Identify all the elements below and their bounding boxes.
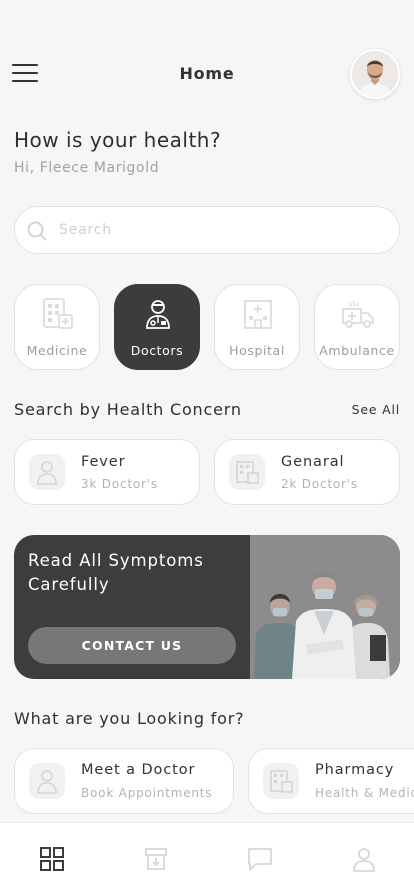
grid-icon[interactable] [38,845,66,873]
avatar[interactable] [350,49,400,99]
concern-card-general[interactable]: Genaral 2k Doctor's [214,439,400,505]
contact-us-button[interactable]: CONTACT US [28,627,236,664]
category-hospital[interactable]: Hospital [214,284,300,370]
looking-title: Meet a Doctor [81,762,196,778]
banner-text: Read All Symptoms Carefully [28,551,204,594]
looking-subtitle: Health & Medicine [315,786,414,800]
bottom-tab-bar [0,822,414,896]
section-title-health-concern: Search by Health Concern [14,400,242,419]
section-title-looking-for: What are you Looking for? [14,709,245,728]
hospital-icon [244,300,272,329]
concern-card-fever[interactable]: Fever 3k Doctor's [14,439,200,505]
looking-card-clip: Pharmacy Health & Medicine [248,748,414,814]
greeting-subtitle: Hi, Fleece Marigold [14,160,160,176]
looking-card-meet-doctor[interactable]: Meet a Doctor Book Appointments [14,748,234,814]
chat-icon[interactable] [246,845,274,873]
doctor-icon [146,300,170,329]
doctor-icon [29,763,65,799]
category-label: Medicine [26,343,88,358]
medicine-icon [229,454,265,490]
medicine-icon [263,763,299,799]
category-label: Doctors [130,343,184,358]
top-bar: Home [0,44,414,104]
promo-banner: Read All Symptoms Carefully CONTACT US [14,535,400,679]
doctor-icon [29,454,65,490]
doctors-group-image [250,535,400,679]
profile-icon[interactable] [350,845,378,873]
box-icon[interactable] [142,845,170,873]
concern-title: Fever [81,454,126,470]
see-all-link[interactable]: See All [352,402,400,417]
concern-title: Genaral [281,454,345,470]
category-doctors[interactable]: Doctors [114,284,200,370]
looking-card-pharmacy[interactable]: Pharmacy Health & Medicine [248,748,414,814]
category-label: Ambulance [319,343,395,358]
category-label: Hospital [229,343,285,358]
ambulance-icon [342,301,374,328]
search-input[interactable] [59,207,379,253]
looking-title: Pharmacy [315,762,395,778]
search-bar[interactable] [14,206,400,254]
category-ambulance[interactable]: Ambulance [314,284,400,370]
category-medicine[interactable]: Medicine [14,284,100,370]
concern-subtitle: 2k Doctor's [281,477,358,491]
greeting-title: How is your health? [14,128,222,152]
medicine-icon [43,298,73,329]
search-icon [27,221,47,241]
looking-subtitle: Book Appointments [81,786,213,800]
concern-subtitle: 3k Doctor's [81,477,158,491]
